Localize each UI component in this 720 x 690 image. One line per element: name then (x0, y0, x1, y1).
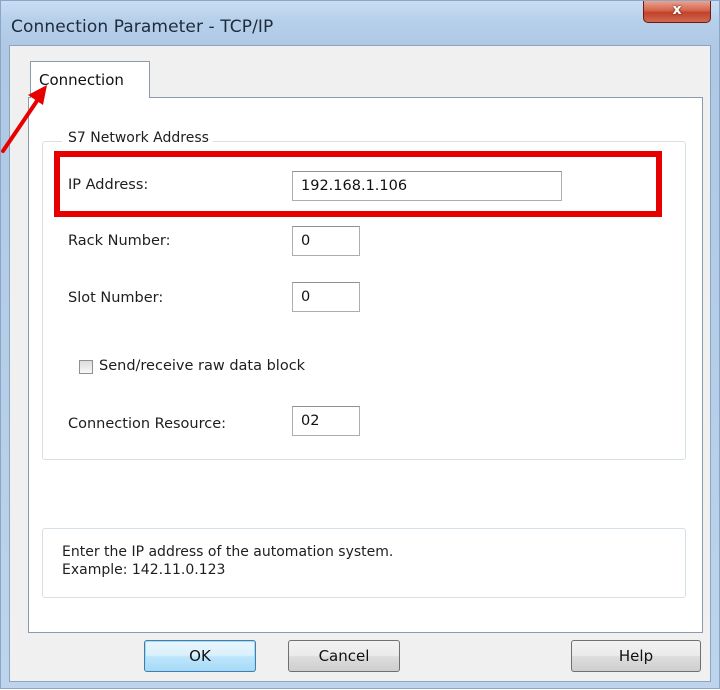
info-line-1: Enter the IP address of the automation s… (62, 544, 394, 560)
connection-resource-label: Connection Resource: (68, 416, 227, 432)
tab-connection[interactable]: Connection (30, 61, 150, 98)
title-bar[interactable]: Connection Parameter - TCP/IP x (1, 1, 719, 45)
ip-address-label: IP Address: (68, 177, 149, 193)
dialog-client-area: Connection S7 Network Address IP Address… (9, 45, 711, 682)
rack-number-label: Rack Number: (68, 233, 171, 249)
cancel-button[interactable]: Cancel (288, 640, 400, 672)
connection-resource-field[interactable]: 02 (292, 406, 360, 436)
raw-data-block-checkbox[interactable] (79, 360, 93, 374)
help-button[interactable]: Help (571, 640, 701, 672)
group-legend: S7 Network Address (62, 130, 213, 146)
info-line-2: Example: 142.11.0.123 (62, 562, 226, 578)
raw-data-block-label[interactable]: Send/receive raw data block (99, 358, 305, 374)
ok-button[interactable]: OK (144, 640, 256, 672)
slot-number-label: Slot Number: (68, 290, 164, 306)
ip-address-field[interactable]: 192.168.1.106 (292, 171, 562, 201)
close-button[interactable]: x (643, 1, 711, 23)
close-icon: x (672, 2, 682, 18)
rack-number-field[interactable]: 0 (292, 226, 360, 256)
tab-connection-label: Connection (39, 71, 124, 89)
window-title: Connection Parameter - TCP/IP (11, 17, 274, 37)
connection-parameter-dialog: Connection Parameter - TCP/IP x Connecti… (0, 0, 720, 689)
slot-number-field[interactable]: 0 (292, 282, 360, 312)
